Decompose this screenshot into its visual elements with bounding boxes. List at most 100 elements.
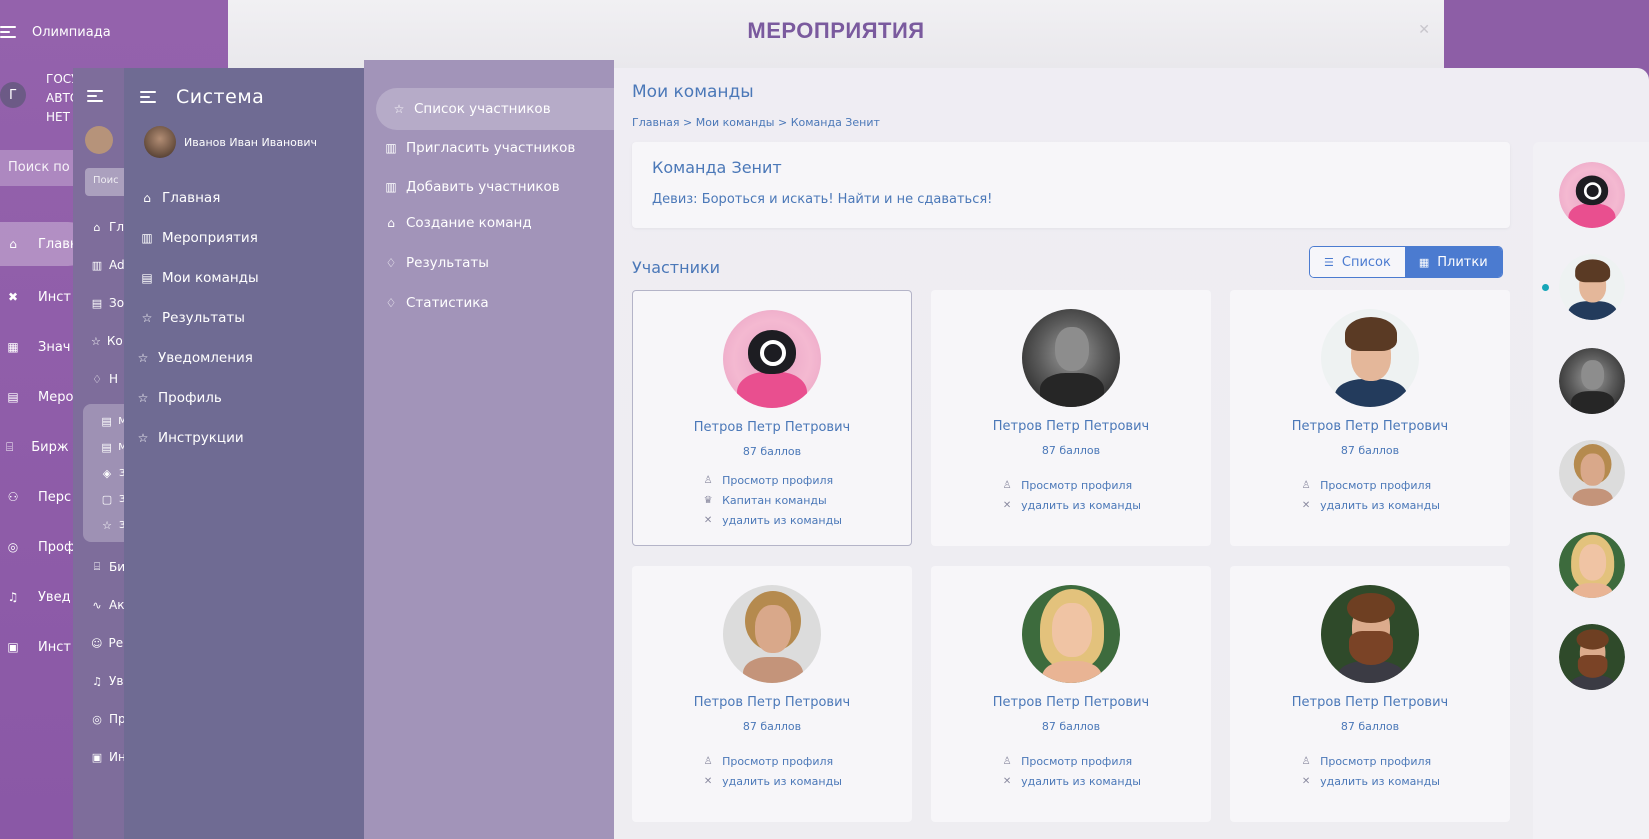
- view-toggle: ☰ Список ▦ Плитки: [1309, 246, 1503, 278]
- avatar[interactable]: [1559, 254, 1625, 320]
- member-card[interactable]: Петров Петр Петрович 87 баллов ♙ Просмотр…: [632, 566, 912, 822]
- star-icon: ☆: [137, 351, 149, 365]
- member-name[interactable]: Петров Петр Петрович: [1230, 695, 1510, 710]
- star-icon: ☆: [137, 391, 149, 405]
- submenu-item-create-teams[interactable]: ⌂ Создание команд: [384, 215, 532, 231]
- member-name[interactable]: Петров Петр Петрович: [1230, 419, 1510, 434]
- bank-icon: ⌸: [93, 560, 101, 573]
- home-icon: ⌂: [387, 216, 395, 230]
- close-icon: ✕: [703, 775, 713, 787]
- member-name[interactable]: Петров Петр Петрович: [931, 695, 1211, 710]
- avatar[interactable]: [1559, 532, 1625, 598]
- main-sidebar: Система Иванов Иван Иванович ⌂ Главная ▥ М…: [124, 68, 364, 839]
- member-card[interactable]: Петров Петр Петрович 87 баллов ♙ Просмотр…: [1230, 290, 1510, 546]
- member-score: 87 баллов: [742, 445, 802, 458]
- home-icon: ⌂: [9, 237, 17, 251]
- member-actions: ♙ Просмотр профиля ✕ удалить из команды: [1001, 475, 1141, 515]
- remove-member-link[interactable]: ✕ удалить из команды: [1001, 771, 1141, 791]
- online-indicator: [1542, 284, 1549, 291]
- remove-member-link[interactable]: ✕ удалить из команды: [1001, 495, 1141, 515]
- member-actions: ♙ Просмотр профиля ✕ удалить из команды: [1300, 751, 1440, 791]
- sidebar-item-events[interactable]: ▥ Мероприятия: [140, 218, 360, 258]
- page-title: Мои команды: [632, 82, 754, 102]
- member-name[interactable]: Петров Петр Петрович: [632, 695, 912, 710]
- members-grid: Петров Петр Петрович 87 баллов ♙ Просмотр…: [632, 290, 1512, 822]
- user-icon: ♙: [1301, 755, 1311, 767]
- star-icon: ☆: [102, 518, 112, 532]
- remove-member-link[interactable]: ✕ удалить из команды: [1300, 771, 1440, 791]
- calendar-icon: ▤: [101, 414, 112, 428]
- member-card[interactable]: Петров Петр Петрович 87 баллов ♙ Просмотр…: [1230, 566, 1510, 822]
- view-profile-link[interactable]: ♙ Просмотр профиля: [1300, 751, 1440, 771]
- team-submenu: ☆ Список участников ▥ Пригласить участнико…: [364, 68, 626, 839]
- back-window-title: МЕРОПРИЯТИЯ: [747, 18, 925, 43]
- breadcrumb[interactable]: Главная > Мои команды > Команда Зенит: [632, 116, 880, 129]
- team-info-card: Команда Зенит Девиз: Бороться и искать! …: [632, 142, 1510, 228]
- view-profile-link[interactable]: ♙ Просмотр профиля: [1001, 475, 1141, 495]
- submenu-item-statistics[interactable]: ♢ Статистика: [384, 295, 489, 311]
- list-icon: ▤: [91, 296, 103, 310]
- sidebar-item-instructions[interactable]: ☆ Инструкции: [136, 418, 360, 458]
- user-icon: ♙: [703, 474, 713, 486]
- member-actions: ♙ Просмотр профиля ✕ удалить из команды: [1300, 475, 1440, 515]
- submenu-item-invite[interactable]: ▥ Пригласить участников: [384, 140, 575, 156]
- avatar[interactable]: [1559, 348, 1625, 414]
- member-card[interactable]: Петров Петр Петрович 87 баллов ♙ Просмотр…: [931, 566, 1211, 822]
- view-profile-link[interactable]: ♙ Просмотр профиля: [702, 470, 842, 490]
- view-profile-link[interactable]: ♙ Просмотр профиля: [702, 751, 842, 771]
- box-icon: ◈: [102, 466, 112, 480]
- bell-icon: ♫: [92, 674, 102, 688]
- submenu-item-participants[interactable]: ☆ Список участников: [376, 88, 626, 130]
- avatar: [144, 126, 176, 158]
- member-card[interactable]: Петров Петр Петрович 87 баллов ♙ Просмотр…: [632, 290, 912, 546]
- doc-icon: ▢: [101, 492, 113, 506]
- remove-member-link[interactable]: ✕ удалить из команды: [702, 510, 842, 530]
- member-photo: [723, 310, 821, 408]
- member-card[interactable]: Петров Петр Петрович 87 баллов ♙ Просмотр…: [931, 290, 1211, 546]
- avatar[interactable]: [1559, 440, 1625, 506]
- remove-member-link[interactable]: ✕ удалить из команды: [702, 771, 842, 791]
- member-score: 87 баллов: [1041, 720, 1101, 733]
- menu-icon[interactable]: [87, 90, 103, 102]
- member-score: 87 баллов: [742, 720, 802, 733]
- sidebar-item-my-teams[interactable]: ▤ Мои команды: [140, 258, 360, 298]
- avatar: [85, 126, 113, 154]
- people-icon: ⚇: [7, 490, 19, 504]
- view-profile-link[interactable]: ♙ Просмотр профиля: [1300, 475, 1440, 495]
- member-photo: [1321, 585, 1419, 683]
- captain-link[interactable]: ♛ Капитан команды: [702, 490, 842, 510]
- avatar[interactable]: [1559, 624, 1625, 690]
- sidebar-nav: ⌂ Главная ▥ Мероприятия ▤ Мои команды ☆ Резу…: [138, 178, 360, 458]
- sidebar-item-notifications[interactable]: ☆ Уведомления: [136, 338, 360, 378]
- star-icon: ☆: [393, 102, 405, 116]
- member-name[interactable]: Петров Петр Петрович: [931, 419, 1211, 434]
- sidebar-header: Система: [140, 86, 264, 108]
- menu-icon[interactable]: [0, 26, 16, 38]
- sidebar-item-home[interactable]: ⌂ Главная: [140, 178, 360, 218]
- close-icon: ✕: [703, 514, 713, 526]
- submenu-item-results[interactable]: ♢ Результаты: [384, 255, 489, 271]
- main-content: Мои команды Главная > Мои команды > Кома…: [614, 68, 1649, 839]
- tiles-view-button[interactable]: ▦ Плитки: [1404, 247, 1502, 277]
- member-name[interactable]: Петров Петр Петрович: [633, 420, 911, 435]
- close-icon: ✕: [1301, 775, 1311, 787]
- sidebar-title: Система: [176, 86, 265, 108]
- member-score: 87 баллов: [1041, 444, 1101, 457]
- remove-member-link[interactable]: ✕ удалить из команды: [1300, 495, 1440, 515]
- close-icon[interactable]: ✕: [1418, 22, 1430, 38]
- member-actions: ♙ Просмотр профиля ✕ удалить из команды: [1001, 751, 1141, 791]
- avatar[interactable]: [1559, 162, 1625, 228]
- sidebar-item-profile[interactable]: ☆ Профиль: [136, 378, 360, 418]
- menu-icon[interactable]: [140, 91, 156, 103]
- profile-icon: ◎: [7, 540, 19, 554]
- list-view-button[interactable]: ☰ Список: [1310, 247, 1405, 277]
- list-icon: ▤: [101, 440, 112, 454]
- close-icon: ✕: [1301, 499, 1311, 511]
- star-icon: ☆: [91, 334, 101, 348]
- grid-icon: ▦: [1418, 255, 1430, 269]
- sidebar-item-results[interactable]: ☆ Результаты: [140, 298, 360, 338]
- submenu-item-add[interactable]: ▥ Добавить участников: [384, 179, 559, 195]
- view-profile-link[interactable]: ♙ Просмотр профиля: [1001, 751, 1141, 771]
- team-motto: Девиз: Бороться и искать! Найти и не сда…: [652, 192, 993, 207]
- user-block[interactable]: Иванов Иван Иванович: [144, 126, 317, 158]
